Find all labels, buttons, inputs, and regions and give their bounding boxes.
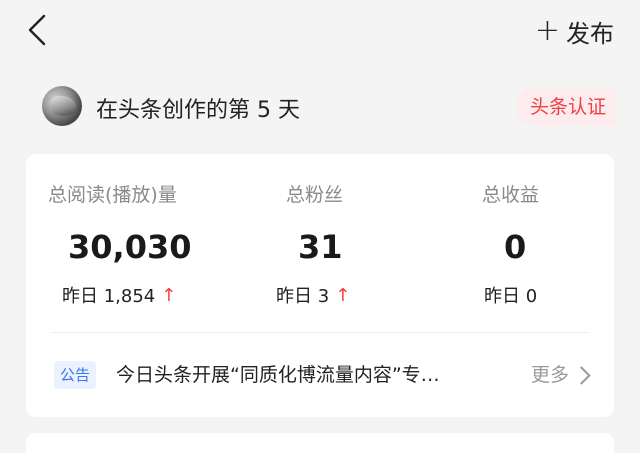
total-fans-yesterday-text: 昨日 3 [276,286,330,307]
total-reads-value[interactable]: 30,030 [68,228,191,266]
total-reads-label: 总阅读(播放)量 [48,184,177,206]
total-fans-yesterday: 昨日 3 ↑ [276,282,350,308]
total-income-label: 总收益 [482,184,540,206]
announcement-row[interactable]: 公告 今日头条开展“同质化博流量内容”专… 更多 [26,356,614,396]
avatar-image [50,96,76,116]
divider [52,332,588,333]
announcement-text[interactable]: 今日头条开展“同质化博流量内容”专… [116,361,440,389]
avatar[interactable] [42,86,82,126]
back-button[interactable] [22,12,56,48]
publish-label: 发布 [566,19,614,48]
arrow-up-icon: ↑ [161,284,177,306]
total-reads-yesterday-text: 昨日 1,854 [62,286,156,307]
chevron-right-icon [572,365,591,385]
total-income-yesterday: 昨日 0 [484,282,537,308]
profile-row: 在头条创作的第 5 天 头条认证 [0,84,640,132]
stats-card: 总阅读(播放)量 30,030 昨日 1,854 ↑ 总粉丝 31 昨日 3 ↑… [26,154,614,417]
total-income-yesterday-text: 昨日 0 [484,286,538,307]
next-card-edge [26,433,614,453]
total-fans-label: 总粉丝 [286,184,344,206]
more-button[interactable]: 更多 [530,361,591,389]
total-fans-value[interactable]: 31 [298,228,343,266]
publish-button[interactable]: + 发布 [535,14,614,48]
total-income-value[interactable]: 0 [504,228,526,266]
arrow-up-icon: ↑ [335,284,351,306]
plus-icon: + [534,13,560,48]
total-reads-yesterday: 昨日 1,854 ↑ [62,282,176,308]
toutiao-certification-badge[interactable]: 头条认证 [515,88,616,126]
chevron-left-icon [28,14,46,46]
top-bar: + 发布 [0,0,640,64]
creation-days-title: 在头条创作的第 5 天 [96,98,300,123]
more-label: 更多 [530,364,569,386]
announcement-tag: 公告 [54,361,97,389]
